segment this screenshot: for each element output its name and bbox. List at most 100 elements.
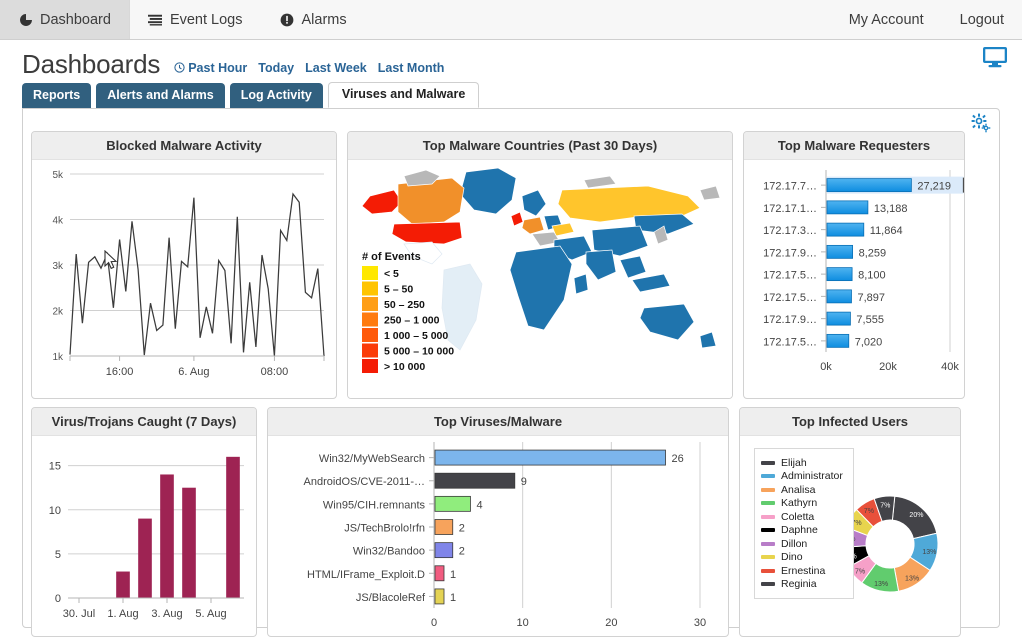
x-axis-tick-label: 0k [820, 361, 832, 373]
legend-label: Analisa [781, 483, 816, 496]
line-chart-svg: 1k 2k 3k 4k 5k 16:00 6. Aug 08:00 [52, 170, 325, 378]
nav-label-event-logs: Event Logs [169, 11, 243, 28]
bar[interactable] [434, 542, 454, 559]
nav-item-event-logs[interactable]: Event Logs [130, 0, 262, 39]
alert-circle-icon [280, 12, 295, 27]
bar[interactable] [434, 449, 666, 466]
virus-trojans-bar-svg: 0 5 10 15 30. Jul 1. Aug 3. Aug 5. Aug [49, 456, 244, 620]
y-axis-tick-label: 5k [52, 170, 64, 181]
bar[interactable] [182, 487, 196, 598]
pie-slice-label: 13% [905, 575, 919, 582]
card-blocked-malware-activity: Blocked Malware Activity 1k 2k 3k 4k 5k 16:00… [31, 131, 337, 399]
legend-item[interactable]: Elijah [761, 457, 845, 469]
card-top-malware-countries: Top Malware Countries (Past 30 Days) # o… [347, 131, 733, 399]
card-top-malware-requesters: Top Malware Requesters 172.17.7… 27,219 17… [743, 131, 965, 399]
x-axis-tick-label: 40k [941, 361, 959, 373]
x-axis-tick-label: 10 [517, 617, 529, 629]
nav-item-alarms[interactable]: Alarms [262, 0, 366, 39]
bar[interactable] [160, 474, 174, 598]
gear-icon[interactable] [971, 113, 991, 133]
map-legend-swatch [362, 343, 378, 358]
chart-blocked-malware-activity[interactable]: 1k 2k 3k 4k 5k 16:00 6. Aug 08:00 [32, 160, 336, 398]
bar[interactable] [826, 267, 853, 282]
bar-category-label: Win32/Bandoo [353, 546, 425, 558]
time-link-past-hour[interactable]: Past Hour [174, 61, 247, 75]
bar-value-label: 2 [459, 546, 465, 558]
chart-top-malware-requesters[interactable]: 172.17.7… 27,219 172.17.1… 13,188 172.17.3… 1… [744, 160, 964, 398]
bar[interactable] [138, 518, 152, 598]
chart-top-infected-users[interactable]: Elijah Administrator Analisa Kathyrn Coletta… [740, 436, 960, 636]
legend-label: Daphne [781, 524, 818, 536]
page-title: Dashboards [22, 49, 161, 79]
card-title-virus-trojans-caught: Virus/Trojans Caught (7 Days) [32, 408, 256, 436]
legend-color-key [761, 582, 775, 586]
legend-item[interactable]: Analisa [761, 484, 845, 496]
legend-color-key [761, 528, 775, 532]
bar-value-label: 8,259 [859, 247, 887, 259]
legend-item[interactable]: Daphne [761, 524, 845, 536]
chart-virus-trojans-caught[interactable]: 0 5 10 15 30. Jul 1. Aug 3. Aug 5. Aug [32, 436, 256, 636]
time-link-past-hour-label: Past Hour [188, 60, 248, 75]
bar[interactable] [226, 456, 240, 598]
bar-value-label: 26 [672, 453, 684, 465]
legend-item[interactable]: Dino [761, 551, 845, 563]
bar[interactable] [434, 495, 471, 512]
bar[interactable] [826, 200, 869, 215]
bar[interactable] [826, 222, 865, 237]
dashboard-tabs: Reports Alerts and Alarms Log Activity V… [12, 82, 1010, 108]
legend-item[interactable]: Kathyrn [761, 497, 845, 509]
legend-item[interactable]: Administrator [761, 470, 845, 482]
tab-reports[interactable]: Reports [22, 83, 92, 108]
bar-category-label: 172.17.9… [763, 314, 817, 326]
time-link-last-week[interactable]: Last Week [305, 61, 367, 75]
tab-log-activity[interactable]: Log Activity [229, 83, 323, 108]
y-axis-tick-label: 15 [49, 461, 61, 473]
legend-item[interactable]: Dillon [761, 538, 845, 550]
x-axis-tick-label: 3. Aug [151, 608, 182, 620]
monitor-icon[interactable] [982, 46, 1008, 68]
time-link-last-month[interactable]: Last Month [378, 61, 445, 75]
chart-top-malware-countries[interactable]: # of Events < 5 5 – 50 50 – 250 250 – 1 000… [348, 160, 732, 398]
bar-category-label: 172.17.1… [763, 203, 817, 215]
x-axis-tick-label: 08:00 [261, 366, 289, 378]
tab-alerts-and-alarms[interactable]: Alerts and Alarms [96, 83, 225, 108]
pie-chart-icon [18, 12, 33, 27]
legend-label: Elijah [781, 456, 807, 469]
map-legend-label: 250 – 1 000 [384, 315, 440, 327]
pie-slice-label: 13% [874, 581, 888, 588]
chart-top-viruses-malware[interactable]: 0 10 20 30 Win32/MyWebSearch 26 AndroidOS/CVE-… [268, 436, 728, 636]
bar-category-label: Win95/CIH.remnants [323, 499, 426, 511]
y-axis-tick-label: 10 [49, 505, 61, 517]
tab-viruses-and-malware[interactable]: Viruses and Malware [327, 82, 480, 108]
bar[interactable] [826, 289, 852, 304]
bar[interactable] [116, 571, 130, 598]
bar[interactable] [826, 244, 854, 259]
x-axis-tick-label: 5. Aug [195, 608, 226, 620]
legend-item[interactable]: Ernestina [761, 565, 845, 577]
bar[interactable] [826, 311, 851, 326]
legend-color-key [761, 541, 775, 546]
bar-value-label: 8,100 [858, 270, 886, 282]
x-axis-tick-label: 16:00 [106, 366, 134, 378]
bar[interactable] [434, 588, 445, 605]
pie-slice-label: 7% [880, 502, 890, 509]
bar[interactable] [434, 472, 516, 489]
my-account-link[interactable]: My Account [831, 0, 942, 39]
legend-item[interactable]: Coletta [761, 511, 845, 523]
legend-label: Dillon [781, 537, 808, 550]
y-axis-tick-label: 5 [55, 549, 61, 561]
bar-category-label: 172.17.9… [763, 247, 817, 259]
nav-item-dashboard[interactable]: Dashboard [0, 0, 130, 39]
bar-value-label: 7,897 [857, 292, 885, 304]
bar[interactable] [434, 519, 454, 535]
time-link-today[interactable]: Today [258, 61, 294, 75]
dashboard-row-2: Virus/Trojans Caught (7 Days) 0 5 10 15 30. … [31, 407, 991, 637]
card-title-top-viruses-malware: Top Viruses/Malware [268, 408, 728, 436]
bar-category-label: JS/TechBrolo!rfn [344, 523, 425, 535]
legend-item[interactable]: Reginia [761, 578, 845, 590]
bar[interactable] [826, 333, 850, 348]
bar[interactable] [826, 178, 912, 193]
logout-link[interactable]: Logout [942, 0, 1022, 39]
bar[interactable] [434, 565, 445, 582]
legend-color-key [761, 460, 775, 465]
